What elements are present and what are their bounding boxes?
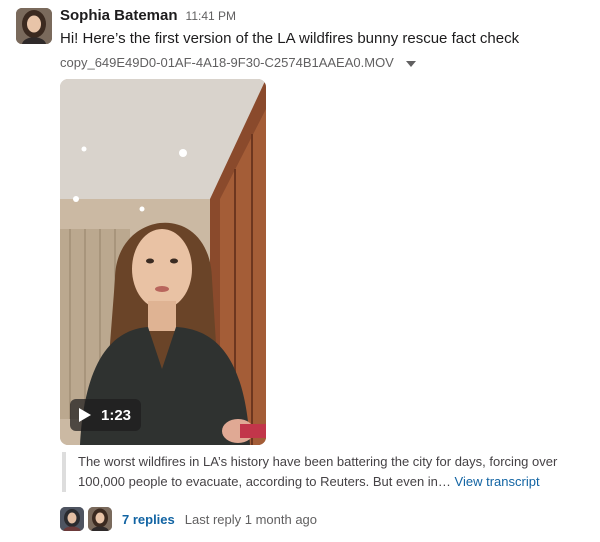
- message-header: Sophia Bateman 11:41 PM: [60, 7, 236, 24]
- reply-avatar-1[interactable]: [60, 507, 84, 531]
- message-timestamp[interactable]: 11:41 PM: [186, 9, 236, 23]
- video-duration: 1:23: [101, 406, 132, 424]
- video-player[interactable]: 1:23: [60, 79, 266, 445]
- message-text: Hi! Here’s the first version of the LA w…: [60, 30, 520, 47]
- play-button[interactable]: 1:23: [70, 399, 142, 431]
- sender-avatar[interactable]: [16, 8, 52, 44]
- replies-link[interactable]: 7 replies: [122, 512, 175, 527]
- video-thumbnail: [60, 79, 266, 445]
- view-transcript-link[interactable]: View transcript: [455, 474, 540, 489]
- sender-name[interactable]: Sophia Bateman: [60, 7, 178, 24]
- transcript-preview: The worst wildfires in LA’s history have…: [62, 452, 588, 492]
- file-name[interactable]: copy_649E49D0-01AF-4A18-9F30-C2574B1AAEA…: [60, 55, 394, 70]
- message: Sophia Bateman 11:41 PM Hi! Here’s the f…: [0, 0, 600, 542]
- chevron-down-icon[interactable]: [405, 60, 416, 67]
- last-reply-text: Last reply 1 month ago: [184, 511, 318, 527]
- reply-avatar-2[interactable]: [88, 507, 112, 531]
- file-header: copy_649E49D0-01AF-4A18-9F30-C2574B1AAEA…: [60, 55, 416, 70]
- play-icon: [79, 408, 91, 422]
- thread-summary[interactable]: 7 replies Last reply 1 month ago: [60, 507, 317, 531]
